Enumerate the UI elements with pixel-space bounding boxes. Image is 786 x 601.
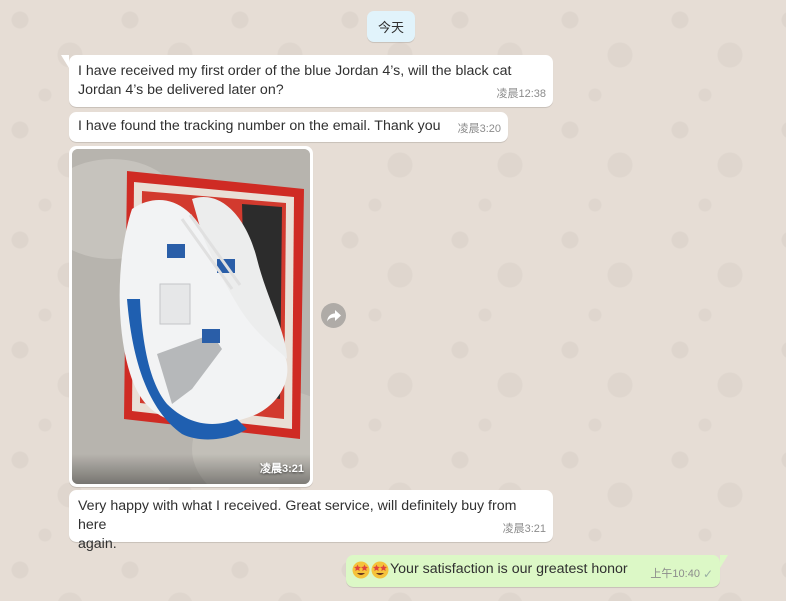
timestamp-text: 凌晨3:21 xyxy=(502,523,546,535)
image-timestamp: 凌晨3:21 xyxy=(259,463,304,475)
message-timestamp: 凌晨12:38 xyxy=(496,85,546,104)
incoming-image-message[interactable]: 凌晨3:21 xyxy=(69,146,313,487)
sneaker-photo[interactable]: 凌晨3:21 xyxy=(72,149,310,484)
star-struck-emoji-icon xyxy=(371,561,389,578)
incoming-message[interactable]: I have found the tracking number on the … xyxy=(69,112,508,142)
timestamp-text: 凌晨12:38 xyxy=(496,88,546,100)
forward-button[interactable] xyxy=(321,303,346,328)
timestamp-text: 凌晨3:20 xyxy=(457,123,501,135)
message-text: Your satisfaction is our greatest honor xyxy=(390,561,628,577)
outgoing-message[interactable]: Your satisfaction is our greatest honor … xyxy=(346,555,728,587)
single-check-icon: ✓ xyxy=(702,567,713,581)
message-timestamp: 凌晨3:20 xyxy=(458,120,501,139)
message-text: Very happy with what I received. Great s… xyxy=(78,498,517,552)
message-timestamp: 上午10:40 ✓ xyxy=(650,565,713,584)
message-text: I have found the tracking number on the … xyxy=(78,118,441,134)
message-text: I have received my first order of the bl… xyxy=(78,63,512,98)
date-divider-label: 今天 xyxy=(377,20,404,35)
incoming-message[interactable]: I have received my first order of the bl… xyxy=(61,55,553,107)
date-divider: 今天 xyxy=(367,11,415,42)
timestamp-text: 上午10:40 xyxy=(650,568,700,580)
star-struck-emoji-icon xyxy=(352,561,370,578)
message-timestamp: 凌晨3:21 xyxy=(503,520,546,539)
incoming-message[interactable]: Very happy with what I received. Great s… xyxy=(69,490,553,552)
forward-arrow-icon xyxy=(326,309,341,321)
sneaker-photo-illustration xyxy=(72,149,310,484)
